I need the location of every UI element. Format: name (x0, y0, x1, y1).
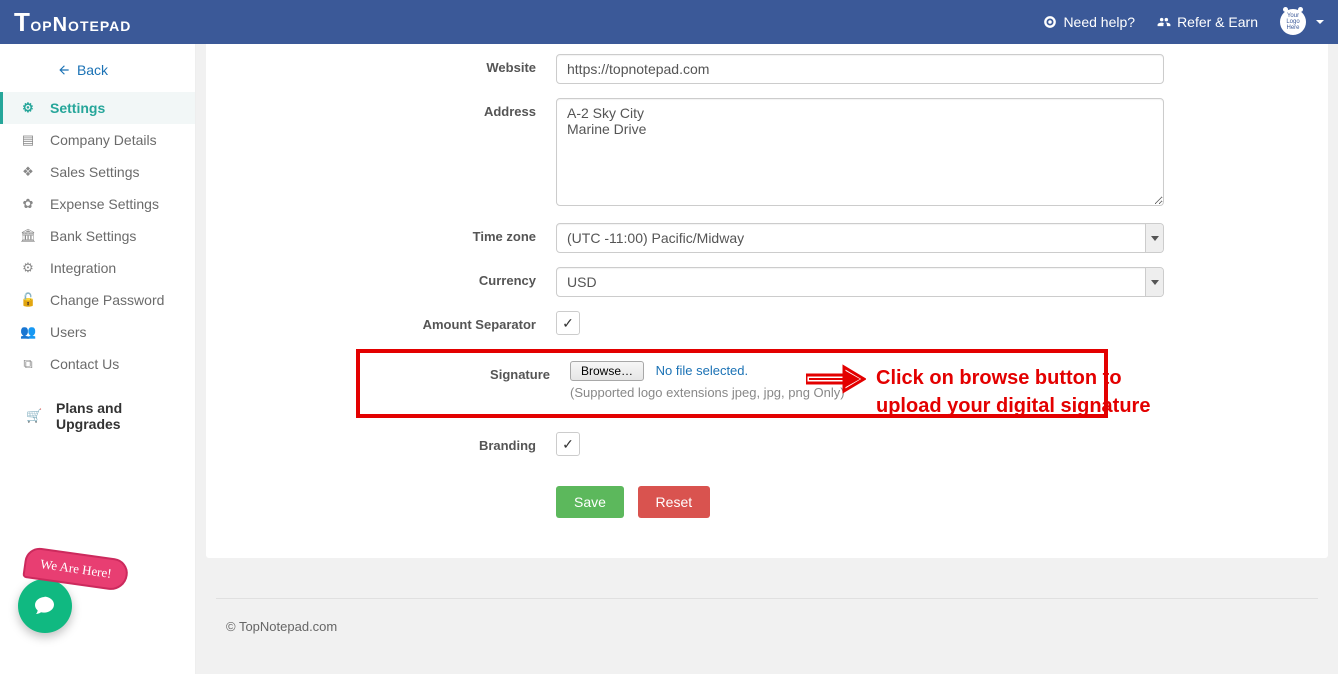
gear-icon: ✿ (20, 196, 36, 212)
sidebar-item-change-password[interactable]: 🔓 Change Password (0, 284, 195, 316)
chat-button[interactable] (18, 579, 72, 633)
refer-earn-link[interactable]: Refer & Earn (1157, 14, 1258, 30)
file-icon: ▤ (20, 132, 36, 148)
brand-logo[interactable]: TopNotepad (14, 7, 131, 38)
refer-earn-label: Refer & Earn (1177, 14, 1258, 30)
topbar: TopNotepad Need help? Refer & Earn Your … (0, 0, 1338, 44)
annotation-line-1: Click on browse button to (876, 364, 1150, 392)
no-file-selected-text: No file selected. (656, 363, 749, 378)
footer: © TopNotepad.com (216, 598, 1318, 654)
currency-select[interactable] (556, 267, 1164, 297)
sidebar-item-settings[interactable]: ⚙ Settings (0, 92, 195, 124)
copyright-text: © TopNotepad.com (226, 619, 337, 634)
gears-icon: ⚙ (20, 260, 36, 276)
sidebar-item-label: Expense Settings (50, 196, 159, 212)
website-input[interactable] (556, 54, 1164, 84)
sidebar-item-label: Company Details (50, 132, 157, 148)
brand-big: T (14, 7, 30, 38)
need-help-link[interactable]: Need help? (1043, 14, 1135, 30)
sidebar-item-label: Sales Settings (50, 164, 140, 180)
address-label: Address (276, 98, 556, 119)
layers-icon: ❖ (20, 164, 36, 180)
arrow-right-icon (806, 364, 866, 394)
signature-label: Signature (370, 361, 570, 382)
sidebar-item-plans[interactable]: 🛒 Plans and Upgrades (0, 392, 195, 440)
signature-hint: (Supported logo extensions jpeg, jpg, pn… (570, 385, 845, 400)
sidebar-item-expense-settings[interactable]: ✿ Expense Settings (0, 188, 195, 220)
users-icon: 👥 (20, 324, 36, 340)
bank-icon: 🏛 (20, 228, 36, 244)
amount-separator-label: Amount Separator (276, 311, 556, 332)
address-textarea[interactable] (556, 98, 1164, 206)
users-icon (1157, 15, 1171, 29)
life-ring-icon (1043, 15, 1057, 29)
logo-menu[interactable]: Your Logo Here (1280, 9, 1324, 35)
arrow-left-icon (57, 63, 71, 77)
website-label: Website (276, 54, 556, 75)
amount-separator-checkbox[interactable]: ✓ (556, 311, 580, 335)
sidebar-item-label: Plans and Upgrades (56, 400, 183, 432)
annotation-line-2: upload your digital signature (876, 392, 1150, 420)
sidebar-item-company-details[interactable]: ▤ Company Details (0, 124, 195, 156)
back-label: Back (77, 62, 108, 78)
idcard-icon: ⧉ (20, 356, 36, 372)
timezone-label: Time zone (276, 223, 556, 244)
currency-label: Currency (276, 267, 556, 288)
cart-icon: 🛒 (26, 408, 42, 424)
sidebar-item-users[interactable]: 👥 Users (0, 316, 195, 348)
sidebar-item-contact-us[interactable]: ⧉ Contact Us (0, 348, 195, 380)
main-content: Website Address Time zone Currenc (196, 44, 1338, 674)
settings-panel: Website Address Time zone Currenc (206, 44, 1328, 558)
sidebar-item-integration[interactable]: ⚙ Integration (0, 252, 195, 284)
sidebar-item-label: Integration (50, 260, 116, 276)
branding-label: Branding (276, 432, 556, 453)
chevron-down-icon (1316, 20, 1324, 24)
chat-icon (33, 594, 57, 618)
sidebar-item-bank-settings[interactable]: 🏛 Bank Settings (0, 220, 195, 252)
sidebar-item-sales-settings[interactable]: ❖ Sales Settings (0, 156, 195, 188)
sidebar-item-label: Bank Settings (50, 228, 136, 244)
save-button[interactable]: Save (556, 486, 624, 518)
need-help-label: Need help? (1063, 14, 1135, 30)
annotation: Click on browse button to upload your di… (806, 364, 1150, 420)
chat-widget: We Are Here! (18, 553, 128, 633)
reset-button[interactable]: Reset (638, 486, 711, 518)
branding-checkbox[interactable]: ✓ (556, 432, 580, 456)
timezone-select[interactable] (556, 223, 1164, 253)
sidebar-item-label: Contact Us (50, 356, 119, 372)
back-link[interactable]: Back (0, 54, 165, 92)
lock-icon: 🔓 (20, 292, 36, 308)
logo-badge-icon: Your Logo Here (1280, 9, 1306, 35)
sidebar-item-label: Users (50, 324, 87, 340)
brand-rest: opNotepad (30, 14, 131, 37)
sidebar-item-label: Change Password (50, 292, 164, 308)
browse-button[interactable]: Browse… (570, 361, 644, 381)
sidebar-item-label: Settings (50, 100, 105, 116)
gear-icon: ⚙ (20, 100, 36, 116)
